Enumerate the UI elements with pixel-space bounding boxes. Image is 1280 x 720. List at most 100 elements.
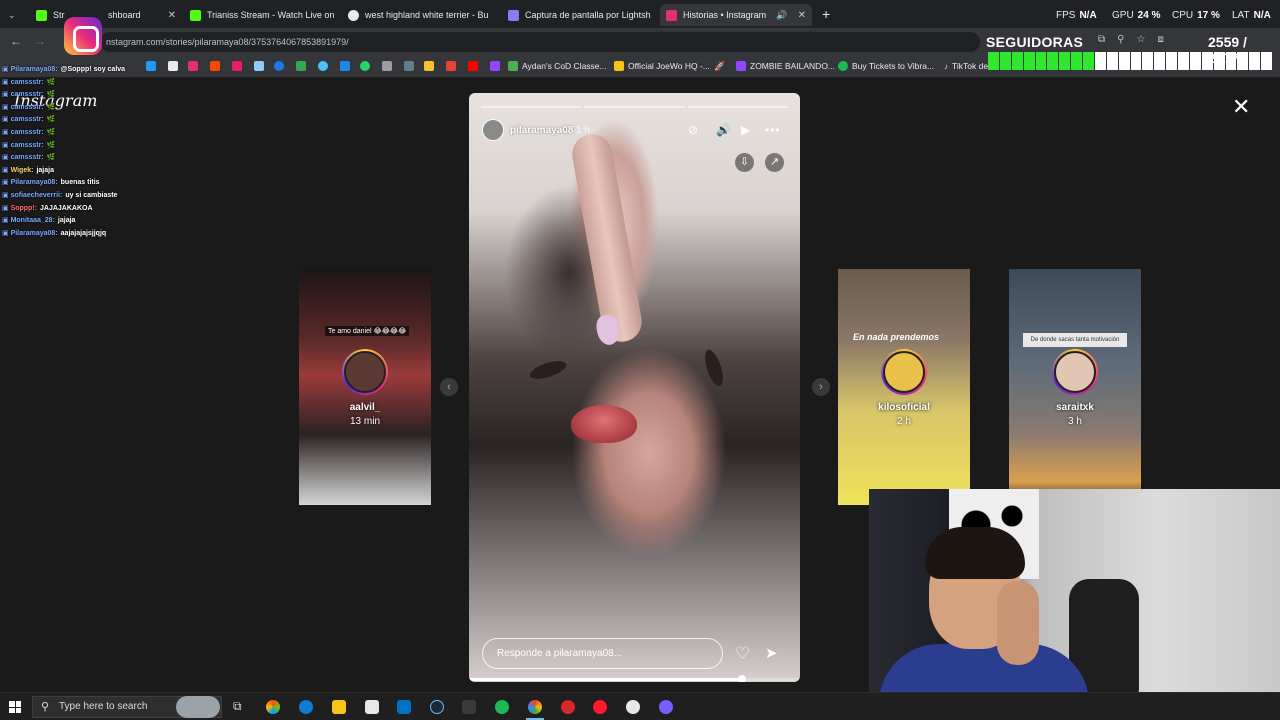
obs-icon[interactable] [462,700,476,714]
copilot-icon[interactable] [266,700,280,714]
gmail-icon[interactable] [446,61,456,71]
edge-icon[interactable] [299,700,313,714]
tab-label: Captura de pantalla por Lightsh [525,10,651,20]
goal-bar-segment [1106,52,1118,70]
bookmark-icon[interactable] [232,61,242,71]
webcam-overlay [869,489,1280,720]
tab-instagram-stories[interactable]: Historias • Instagram 🔊 ✕ [660,4,812,26]
search-highlight-image[interactable] [176,696,220,718]
youtube-icon[interactable] [468,61,478,71]
close-tab-icon[interactable]: ✕ [168,10,176,21]
more-options-icon[interactable]: ••• [765,123,781,137]
chat-message: ▣ camssstr: 🌿 [2,102,202,115]
bookmark-item[interactable]: ZOMBIE BAILANDO... [736,61,835,71]
bookmark-icon[interactable] [404,61,414,71]
zoom-icon[interactable]: ⚲ [1117,34,1124,45]
close-stories-icon[interactable]: ✕ [1232,96,1250,118]
bookmark-item[interactable]: Aydan's CoD Classe... [508,61,607,71]
outlook-icon[interactable] [397,700,411,714]
chrome-icon[interactable] [528,700,542,714]
chat-message: ▣ Pilaramaya08: buenas titis [2,177,202,190]
gpu-stat: GPU 24 % [1112,10,1161,21]
bookmark-icon[interactable] [382,61,392,71]
tab-lightshot[interactable]: Captura de pantalla por Lightsh ✕ [502,4,654,26]
reply-input[interactable]: Responde a pilaramaya08... [482,638,723,669]
goal-bar-segment [1142,52,1154,70]
next-story-icon[interactable]: › [812,378,830,396]
like-heart-icon[interactable]: ♡ [735,644,750,664]
stream-chat-overlay: ▣ Pilaramaya08: @Soppp! soy calva ▣ camsss… [2,64,202,240]
previous-story-icon[interactable]: ‹ [440,378,458,396]
bookmark-item[interactable]: Buy Tickets to Vibra... [838,61,934,71]
back-arrow-icon[interactable]: ← [10,34,22,48]
story-author-username[interactable]: pilaramaya08 [510,125,573,136]
chat-text: jajaja [36,166,54,174]
url-field[interactable]: nstagram.com/stories/pilaramaya08/375376… [100,32,980,52]
chat-badge-icon: ▣ [2,141,11,149]
goal-bar-segment [1261,52,1272,70]
close-tab-icon[interactable]: ✕ [798,10,806,21]
story-segment [584,106,685,108]
bookmark-icon[interactable] [340,61,350,71]
story-preview-username: kilosoficial [878,402,930,413]
taskbar-search-placeholder: Type here to search [59,701,148,712]
chat-username: Wigek: [10,166,34,174]
spotify-icon[interactable] [495,700,509,714]
video-progress-bar[interactable] [469,675,800,682]
story-preview-card[interactable]: Te amo daniel 😂😂😂😂 aalvil_ 13 min [299,269,431,505]
tab-search-button[interactable]: ⌄ [2,4,16,26]
play-icon[interactable]: ▶ [741,123,750,137]
story-preview-card[interactable]: En nada prendemos kilosoficial 2 h [838,269,970,505]
bookmark-icon[interactable] [424,61,434,71]
whatsapp-icon[interactable] [360,61,370,71]
steam-icon[interactable] [430,700,444,714]
install-app-icon[interactable]: ⧉ [1098,34,1105,45]
bookmark-item[interactable]: ♪ TikTok de [944,61,988,71]
chat-message: ▣ Pilaramaya08: aajajajajsjjqjq [2,228,202,241]
app-icon[interactable] [659,700,673,714]
tab-dashboard[interactable]: shboard ✕ [102,4,182,26]
extensions-icon[interactable]: ⧈ [1157,34,1163,45]
volume-icon[interactable]: 🔊 [716,123,731,137]
no-autoplay-icon[interactable]: ⊘ [688,123,698,137]
bookmark-icon[interactable] [210,61,220,71]
story-preview-avatar [881,349,927,395]
twitch-icon[interactable] [490,61,500,71]
chat-message: ▣ camssstr: 🌿 [2,152,202,165]
speaker-icon[interactable]: 🔊 [776,10,787,21]
story-viewer[interactable]: pilaramaya08 1 h ⊘ 🔊 ▶ ••• ⇩ ↗ Responde … [469,93,800,682]
new-tab-button[interactable]: + [822,6,830,22]
goal-bar-segment [1035,52,1047,70]
bookmark-icon[interactable] [318,61,328,71]
goal-bar-segment [988,52,999,70]
download-icon[interactable]: ⇩ [735,153,754,172]
video-progress-knob[interactable] [738,675,747,682]
windows-taskbar: ⚲ Type here to search ⧉ [0,692,1280,720]
opera-icon[interactable] [593,700,607,714]
forward-arrow-icon[interactable]: → [34,34,46,48]
share-external-icon[interactable]: ↗ [765,153,784,172]
story-preview-card[interactable]: De donde sacas tanta motivación saraitxk… [1009,269,1141,505]
chat-text: buenas titis [60,179,100,187]
windows-start-icon[interactable] [9,701,21,713]
file-explorer-icon[interactable] [332,700,346,714]
bookmark-item[interactable]: Official JoeWo HQ -... [614,61,710,71]
send-icon[interactable]: ➤ [765,644,778,662]
story-author-avatar[interactable] [482,119,504,141]
task-view-icon[interactable]: ⧉ [233,699,242,714]
app-icon[interactable] [561,700,575,714]
facebook-icon[interactable] [274,61,284,71]
app-icon[interactable] [626,700,640,714]
bookmark-icon[interactable] [254,61,264,71]
tab-trianiss-stream[interactable]: Trianiss Stream - Watch Live on [184,4,334,26]
screen: ⌄ Str shboard ✕ Trianiss Stream - Watch … [0,0,1280,720]
goal-bar-segment [999,52,1011,70]
chat-text: aajajajajsjjqjq [60,229,107,237]
chat-message: ▣ camssstr: 🌿 [2,114,202,127]
bookmark-item[interactable]: 🚀 [714,61,725,72]
bookmark-star-icon[interactable]: ☆ [1136,34,1145,45]
microsoft-store-icon[interactable] [365,700,379,714]
bookmark-icon[interactable] [296,61,306,71]
chat-text: 🌿 [46,141,56,149]
tab-google-search[interactable]: west highland white terrier - Bu ✕ [342,4,494,26]
